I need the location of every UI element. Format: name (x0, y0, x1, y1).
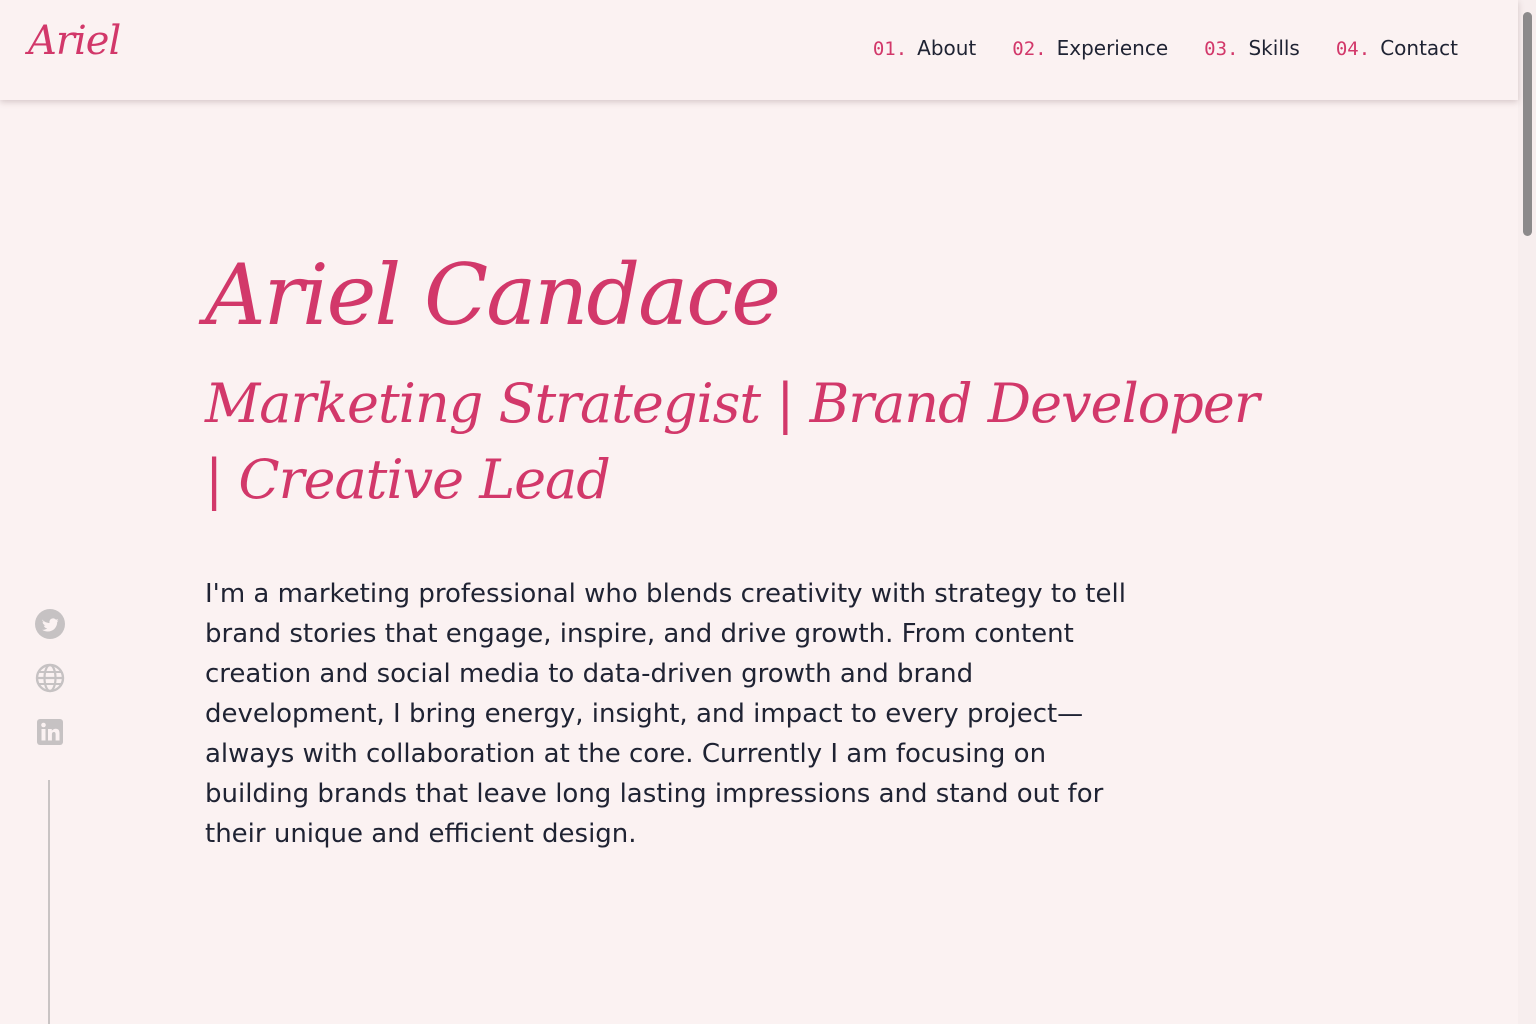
social-links (34, 608, 66, 748)
nav-item-experience[interactable]: 02. Experience (1012, 36, 1168, 60)
nav-number: 02. (1012, 38, 1047, 60)
website-link[interactable] (34, 662, 66, 694)
linkedin-link[interactable] (34, 716, 66, 748)
nav-number: 03. (1204, 38, 1239, 60)
nav-item-about[interactable]: 01. About (873, 36, 976, 60)
scrollbar-thumb[interactable] (1523, 12, 1532, 236)
twitter-link[interactable] (34, 608, 66, 640)
vertical-scrollbar[interactable] (1518, 0, 1536, 1024)
hero-bio: I'm a marketing professional who blends … (205, 579, 1126, 849)
nav-item-contact[interactable]: 04. Contact (1336, 36, 1458, 60)
logo-link[interactable]: Ariel (28, 18, 121, 64)
globe-icon (35, 663, 65, 693)
nav-label: Experience (1056, 36, 1169, 60)
site-header: Ariel 01. About 02. Experience 03. Skill… (0, 0, 1518, 100)
hero-role: Marketing Strategist | Brand Developer |… (205, 372, 1260, 511)
hero-section: Ariel Candace Marketing Strategist | Bra… (205, 240, 1285, 854)
nav-label: About (917, 36, 977, 60)
nav-item-skills[interactable]: 03. Skills (1204, 36, 1300, 60)
nav-label: Contact (1380, 36, 1458, 60)
nav-label: Skills (1248, 36, 1300, 60)
linkedin-icon (37, 719, 63, 745)
hero-name: Ariel Candace (205, 246, 781, 344)
nav-number: 04. (1335, 38, 1371, 60)
main-nav: 01. About 02. Experience 03. Skills 04. … (873, 36, 1458, 60)
social-divider-line (48, 780, 50, 1024)
nav-number: 01. (872, 38, 908, 60)
twitter-icon (35, 609, 65, 639)
portfolio-page: Ariel 01. About 02. Experience 03. Skill… (0, 0, 1536, 1024)
